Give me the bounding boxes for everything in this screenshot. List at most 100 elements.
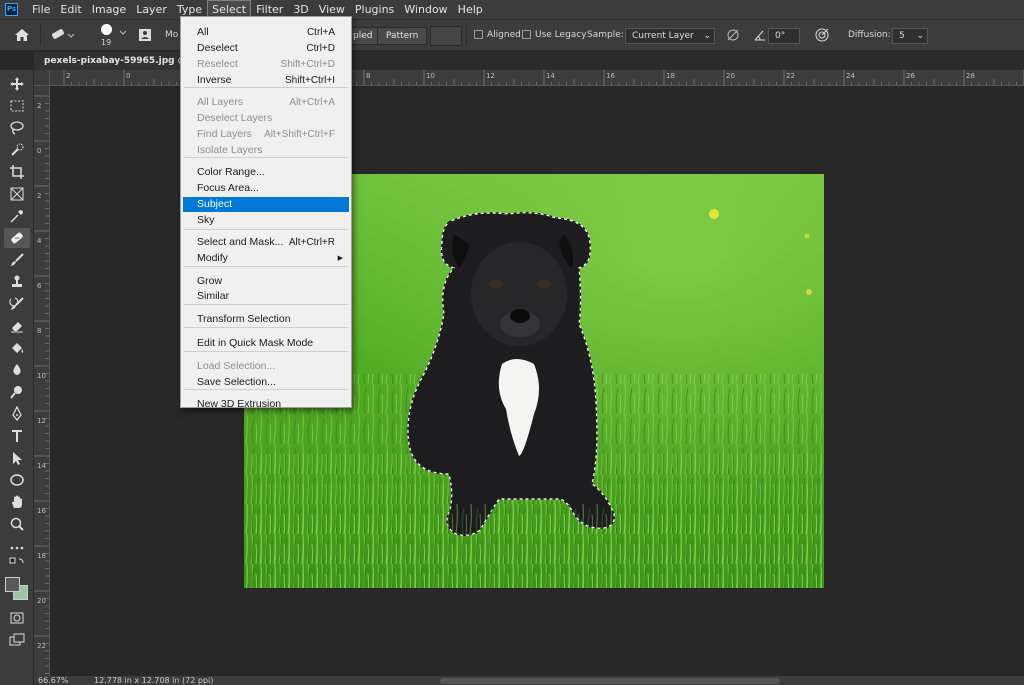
menu-item-edit-in-quick-mask-mode[interactable]: Edit in Quick Mask Mode <box>183 336 349 351</box>
document-size[interactable]: 12.778 in x 12.708 in (72 ppi) <box>94 676 213 685</box>
sample-select[interactable]: Current Layer ⌄ <box>625 28 715 44</box>
document-tab[interactable]: pexels-pixabay-59965.jpg @ 66 <box>34 52 184 70</box>
horizontal-scrollbar[interactable] <box>440 678 780 684</box>
dodge-tool-icon[interactable] <box>4 382 30 402</box>
ruler-tick-label: 28 <box>966 72 975 80</box>
tools-panel <box>0 70 34 685</box>
use-legacy-checkbox[interactable]: Use Legacy <box>522 30 587 40</box>
submenu-arrow-icon: ▶ <box>337 255 343 262</box>
move-tool-icon[interactable] <box>4 74 30 94</box>
ruler-tick-label: 14 <box>546 72 555 80</box>
spot-healing-brush-tool-icon[interactable] <box>4 228 30 248</box>
ruler-tick-label: 12 <box>37 417 46 425</box>
menu-item-label: Modify <box>197 252 228 264</box>
pattern-swatch[interactable] <box>430 26 462 46</box>
menu-item-shortcut: Alt+Ctrl+A <box>289 97 335 108</box>
menu-file[interactable]: File <box>28 1 54 18</box>
menu-item-label: Subject <box>197 198 233 210</box>
menu-item-select-and-mask[interactable]: Select and Mask... Alt+Ctrl+R <box>183 235 349 250</box>
menu-item-similar[interactable]: Similar <box>183 289 349 304</box>
more-tools-icon[interactable] <box>4 538 30 558</box>
frame-tool-icon[interactable] <box>4 184 30 204</box>
pen-tool-icon[interactable] <box>4 404 30 424</box>
menu-item-deselect[interactable]: Deselect Ctrl+D <box>183 41 349 56</box>
ruler-tick-label: 26 <box>906 72 915 80</box>
blur-tool-icon[interactable] <box>4 360 30 380</box>
ruler-tick-label: 20 <box>726 72 735 80</box>
home-icon[interactable] <box>14 27 30 46</box>
menu-item-find-layers[interactable]: Find Layers Alt+Shift+Ctrl+F <box>183 127 349 142</box>
path-selection-tool-icon[interactable] <box>4 448 30 468</box>
menu-item-modify[interactable]: Modify ▶ <box>183 251 349 266</box>
brush-panel-icon[interactable] <box>137 27 153 46</box>
quick-mask-icon[interactable] <box>4 608 30 628</box>
menu-item-inverse[interactable]: Inverse Shift+Ctrl+I <box>183 73 349 88</box>
menu-item-isolate-layers[interactable]: Isolate Layers <box>183 143 349 158</box>
menu-help[interactable]: Help <box>454 1 487 18</box>
menu-item-load-selection[interactable]: Load Selection... <box>183 359 349 374</box>
screen-mode-icon[interactable] <box>4 630 30 650</box>
type-tool-icon[interactable] <box>4 426 30 446</box>
menu-image[interactable]: Image <box>88 1 130 18</box>
menu-separator <box>184 327 348 328</box>
menu-separator <box>184 266 348 267</box>
diffusion-select[interactable]: 5 ⌄ <box>892 28 928 44</box>
crop-tool-icon[interactable] <box>4 162 30 182</box>
brush-preview-icon[interactable] <box>98 23 114 39</box>
eraser-tool-icon[interactable] <box>4 316 30 336</box>
chevron-down-icon[interactable] <box>119 29 127 40</box>
menu-separator <box>184 87 348 88</box>
menu-item-deselect-layers[interactable]: Deselect Layers <box>183 111 349 126</box>
eyedropper-tool-icon[interactable] <box>4 206 30 226</box>
menu-item-shortcut: Shift+Ctrl+D <box>280 59 335 70</box>
ruler-tick-label: 16 <box>37 507 46 515</box>
aligned-checkbox[interactable]: Aligned <box>474 30 521 40</box>
history-brush-tool-icon[interactable] <box>4 294 30 314</box>
menu-separator <box>184 229 348 230</box>
menu-item-transform-selection[interactable]: Transform Selection <box>183 312 349 327</box>
swap-colors-icon[interactable] <box>4 557 30 572</box>
menu-layer[interactable]: Layer <box>132 1 171 18</box>
ignore-adjustment-layers-icon[interactable] <box>726 28 740 45</box>
menu-item-all[interactable]: All Ctrl+A <box>183 25 349 40</box>
foreground-color-swatch[interactable] <box>5 577 20 592</box>
menu-window[interactable]: Window <box>400 1 451 18</box>
pressure-icon[interactable] <box>814 27 830 46</box>
menu-edit[interactable]: Edit <box>56 1 85 18</box>
object-selection-tool-icon[interactable] <box>4 140 30 160</box>
menu-plugins[interactable]: Plugins <box>351 1 398 18</box>
marquee-tool-icon[interactable] <box>4 96 30 116</box>
menu-item-color-range[interactable]: Color Range... <box>183 165 349 180</box>
menu-item-focus-area[interactable]: Focus Area... <box>183 181 349 196</box>
menu-item-reselect[interactable]: Reselect Shift+Ctrl+D <box>183 57 349 72</box>
brush-size-label: 19 <box>101 38 112 47</box>
healing-brush-preset-icon[interactable] <box>50 28 75 45</box>
zoom-level[interactable]: 66.67% <box>38 676 69 685</box>
clone-stamp-tool-icon[interactable] <box>4 272 30 292</box>
menu-item-label: Color Range... <box>197 166 265 178</box>
brush-tool-icon[interactable] <box>4 250 30 270</box>
angle-input[interactable]: 0° <box>768 28 800 44</box>
paint-bucket-tool-icon[interactable] <box>4 338 30 358</box>
menu-item-new-3d-extrusion[interactable]: New 3D Extrusion <box>183 397 349 412</box>
zoom-tool-icon[interactable] <box>4 514 30 534</box>
menu-item-save-selection[interactable]: Save Selection... <box>183 375 349 390</box>
pattern-button[interactable]: Pattern <box>377 27 428 45</box>
ellipse-tool-icon[interactable] <box>4 470 30 490</box>
vertical-ruler[interactable]: 2024681012141618202224 <box>34 86 50 676</box>
menu-item-subject[interactable]: Subject <box>183 197 349 212</box>
hand-tool-icon[interactable] <box>4 492 30 512</box>
ruler-tick-label: 2 <box>37 102 41 110</box>
ruler-tick-label: 2 <box>37 192 41 200</box>
ruler-tick-label: 8 <box>37 327 41 335</box>
menu-item-sky[interactable]: Sky <box>183 213 349 228</box>
menu-item-label: Reselect <box>197 58 238 70</box>
menu-separator <box>184 304 348 305</box>
ruler-origin[interactable] <box>34 70 50 86</box>
menu-item-grow[interactable]: Grow <box>183 274 349 289</box>
menu-item-label: Edit in Quick Mask Mode <box>197 337 314 349</box>
menu-item-all-layers[interactable]: All Layers Alt+Ctrl+A <box>183 95 349 110</box>
color-swatches[interactable] <box>4 576 30 602</box>
lasso-tool-icon[interactable] <box>4 118 30 138</box>
menu-item-shortcut: Alt+Ctrl+R <box>288 237 335 248</box>
